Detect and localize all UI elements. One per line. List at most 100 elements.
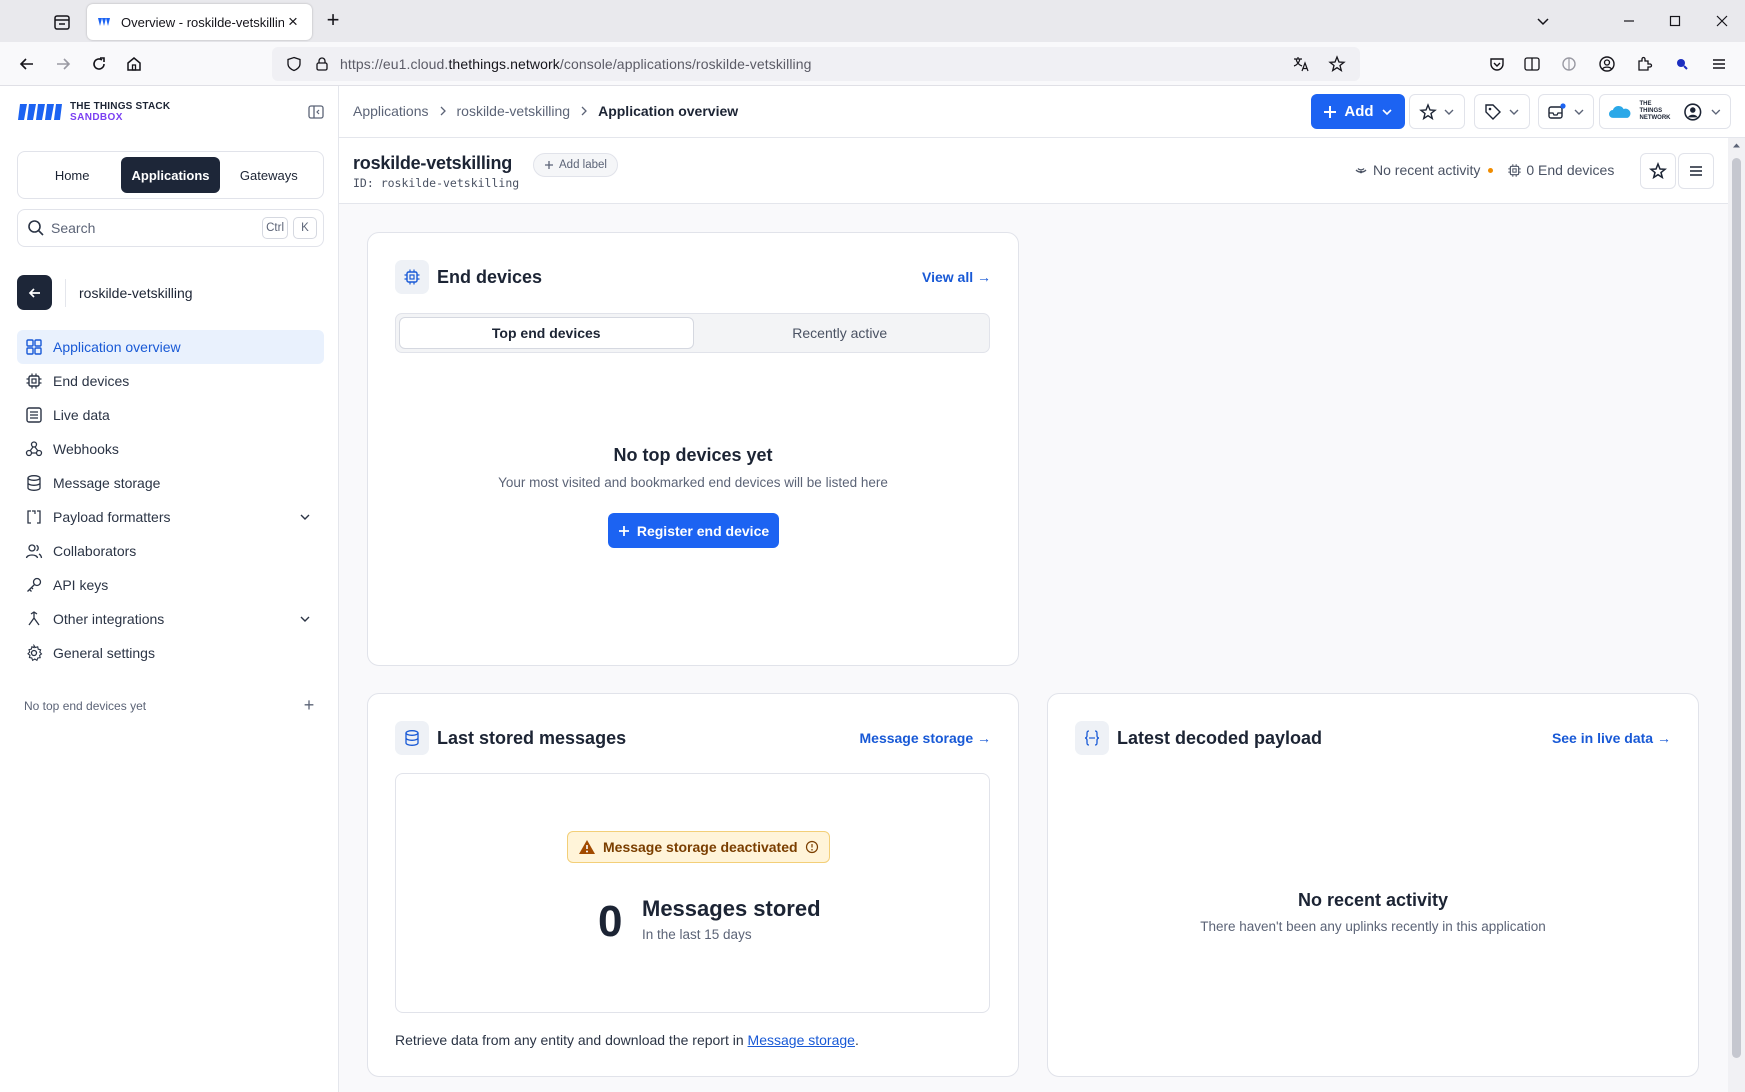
end-devices-count[interactable]: 0 End devices [1526,162,1614,178]
see-live-data-link[interactable]: See in live data → [1552,730,1671,746]
extensions-icon[interactable] [1633,53,1655,75]
brand-logo[interactable]: THE THINGS STACK SANDBOX [18,101,170,123]
browser-nav-bar: https://eu1.cloud.thethings.network/cons… [0,42,1745,86]
info-icon[interactable] [805,840,819,854]
add-label-button[interactable]: Add label [533,153,618,177]
sidebar-item-api-keys[interactable]: API keys [17,568,324,602]
sidebar-item-webhooks[interactable]: Webhooks [17,432,324,466]
switcher-gateways[interactable]: Gateways [220,157,318,193]
breadcrumb-app[interactable]: roskilde-vetskilling [457,103,571,119]
extension-puzzle-gray-icon[interactable] [1558,53,1580,75]
tab-recently-active[interactable]: Recently active [694,317,987,349]
app-menu-button[interactable] [1678,153,1714,189]
divider [65,278,66,307]
switcher-applications[interactable]: Applications [121,157,220,193]
gear-icon [27,644,43,662]
bookmark-app-button[interactable] [1640,153,1676,189]
breadcrumb-current: Application overview [598,103,739,119]
sidebar-item-live-data[interactable]: Live data [17,398,324,432]
back-arrow-icon[interactable] [14,51,40,77]
star-icon [1419,102,1437,120]
scroll-up-arrow-icon[interactable] [1731,140,1742,151]
no-top-devices-text: No top end devices yet [24,698,147,713]
url-bar[interactable]: https://eu1.cloud.thethings.network/cons… [272,47,1360,81]
sidebar-item-label: API keys [53,577,109,593]
chevron-down-icon [300,616,310,622]
maximize-icon[interactable] [1663,9,1687,33]
translate-icon[interactable] [1290,53,1312,75]
ttn-favicon-icon [98,18,110,26]
back-button[interactable] [17,275,52,310]
arrow-left-icon [28,287,40,298]
key-icon [27,577,42,592]
sidebar-app-name: roskilde-vetskilling [79,284,193,301]
card-icon [395,721,429,755]
empty-state-subtitle: Your most visited and bookmarked end dev… [498,475,888,490]
scroll-thumb[interactable] [1732,158,1741,1058]
sidebar-item-end-devices[interactable]: End devices [17,364,324,398]
sidebar-item-message-storage[interactable]: Message storage [17,466,324,500]
message-storage-inline-link[interactable]: Message storage [748,1032,855,1048]
reload-icon[interactable] [86,51,112,77]
chevron-down-icon [1444,109,1454,115]
reader-view-icon[interactable] [1521,53,1543,75]
tab-top-end-devices[interactable]: Top end devices [399,317,694,349]
message-storage-link[interactable]: Message storage → [860,730,992,746]
collapse-sidebar-icon[interactable] [307,103,325,121]
account-icon[interactable] [1596,53,1618,75]
breadcrumb-applications[interactable]: Applications [353,103,429,119]
search-input[interactable]: Search Ctrl K [17,209,324,247]
add-top-device-button[interactable]: + [302,695,316,716]
new-tab-icon[interactable]: + [322,9,344,32]
end-devices-tabs: Top end devices Recently active [395,313,990,353]
page-scrollbar[interactable] [1728,138,1745,1092]
sidebar: THE THINGS STACK SANDBOX Home Applicatio… [0,86,339,1092]
retrieve-text: Retrieve data from any entity and downlo… [395,1032,748,1048]
browser-tab[interactable]: Overview - roskilde-vetskilling · × [87,4,312,40]
close-window-icon[interactable] [1710,9,1734,33]
tab-overflow-chevron-icon[interactable] [1531,9,1555,33]
shield-icon[interactable] [284,54,304,74]
empty-state-subtitle: There haven't been any uplinks recently … [1200,919,1546,934]
top-bar: Applications roskilde-vetskilling Applic… [339,86,1745,138]
star-icon [1649,162,1667,180]
app-header: roskilde-vetskilling [17,275,193,310]
chevron-down-icon [300,514,310,520]
labels-dropdown[interactable] [1474,94,1530,129]
magnifier-extension-icon[interactable] [1671,53,1693,75]
forward-arrow-icon[interactable] [50,51,76,77]
sidebar-item-other-integrations[interactable]: Other integrations [17,602,324,636]
lock-icon[interactable] [312,54,332,74]
tab-list-icon[interactable] [50,11,74,33]
shortcut-key-k: K [293,217,317,239]
database-icon [27,475,41,491]
sidebar-item-general-settings[interactable]: General settings [17,636,324,670]
pocket-icon[interactable] [1486,53,1508,75]
activity-status-dot [1488,167,1494,173]
switcher-home[interactable]: Home [23,157,121,193]
bookmark-star-icon[interactable] [1326,53,1348,75]
minimize-icon[interactable] [1617,9,1641,33]
sidebar-item-application-overview[interactable]: Application overview [17,330,324,364]
register-end-device-button[interactable]: Register end device [608,513,779,548]
activity-status: No recent activity [1373,162,1481,178]
breadcrumb: Applications roskilde-vetskilling Applic… [353,103,738,119]
bookmarks-dropdown[interactable] [1409,94,1465,129]
app-menu-icon[interactable] [1708,53,1730,75]
account-dropdown[interactable]: THE THINGS NETWORK [1599,94,1731,129]
brand-text: THE THINGS STACK SANDBOX [70,101,170,123]
home-icon[interactable] [121,51,147,77]
notifications-dropdown[interactable] [1538,94,1594,129]
last-stored-messages-card: Last stored messages Message storage → M… [367,693,1019,1077]
add-button[interactable]: Add [1311,94,1405,129]
chevron-down-icon [1509,109,1519,115]
section-switcher: Home Applications Gateways [17,151,324,199]
sidebar-item-payload-formatters[interactable]: Payload formatters [17,500,324,534]
chip-icon [26,373,42,389]
sidebar-item-label: End devices [53,373,130,389]
close-tab-icon[interactable]: × [284,13,302,31]
sidebar-item-collaborators[interactable]: Collaborators [17,534,324,568]
view-all-link[interactable]: View all → [922,269,991,285]
search-icon [28,220,44,236]
sidebar-item-label: Webhooks [53,441,119,457]
